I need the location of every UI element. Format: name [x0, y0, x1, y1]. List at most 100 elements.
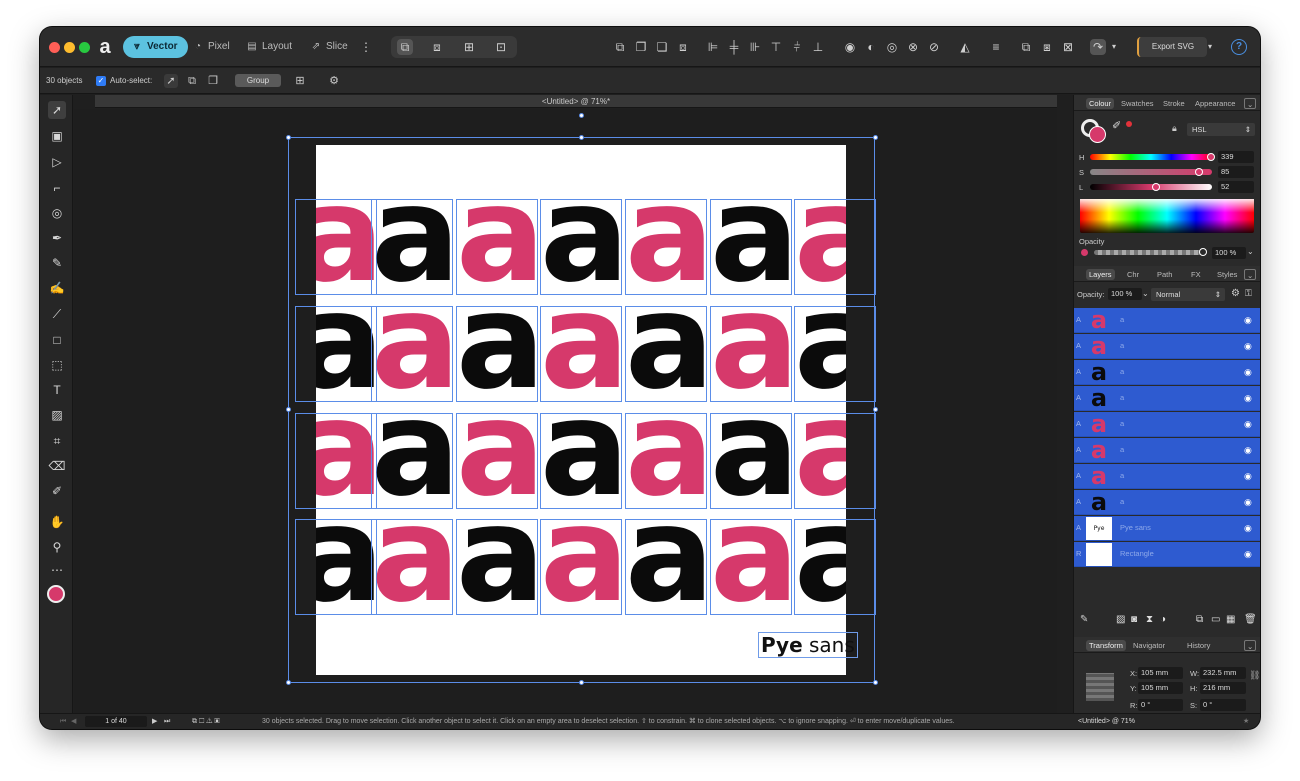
help-icon[interactable]: ? — [1231, 39, 1247, 55]
place-image-icon[interactable]: ▨ — [48, 406, 66, 424]
layers-menu-chevron-icon[interactable]: ⌄ — [1244, 269, 1257, 280]
crop-tool-icon[interactable]: ⌗ — [48, 432, 66, 450]
more-options-icon[interactable]: ⋮ — [358, 39, 374, 55]
colour-spectrum[interactable] — [1080, 199, 1254, 233]
align-bottom-icon[interactable]: ⊥ — [810, 39, 826, 55]
glyph-pink[interactable]: a — [540, 306, 622, 402]
tab-layers[interactable]: Layers — [1086, 269, 1115, 280]
send-back-icon[interactable]: ⧈ — [675, 39, 691, 55]
y-field[interactable]: 105 mm — [1138, 682, 1183, 694]
glyph-black[interactable]: a — [710, 413, 792, 509]
glyph-pink[interactable]: a — [316, 199, 377, 295]
glyph-pink[interactable]: a — [794, 199, 846, 295]
visibility-eye-icon[interactable]: ◉ — [1244, 341, 1252, 352]
s-field[interactable]: 0 ° — [1200, 699, 1246, 711]
glyph-pink[interactable]: a — [456, 199, 538, 295]
visibility-eye-icon[interactable]: ◉ — [1244, 393, 1252, 404]
glyph-black[interactable]: a — [794, 519, 846, 615]
visibility-eye-icon[interactable]: ◉ — [1244, 445, 1252, 456]
layer-row[interactable]: Aa a ◉ — [1074, 464, 1260, 489]
saturation-knob[interactable] — [1195, 168, 1203, 176]
glyph-pink[interactable]: a — [316, 413, 377, 509]
chevron-down-icon[interactable]: ▾ — [1106, 39, 1122, 55]
trash-icon[interactable]: 🗑︎ — [1244, 614, 1257, 625]
tab-fx[interactable]: FX — [1188, 269, 1204, 280]
selection-handle[interactable] — [286, 680, 291, 685]
fx-icon[interactable]: ▨ — [1116, 614, 1125, 625]
tab-stroke[interactable]: Stroke — [1160, 98, 1188, 109]
lock-icon[interactable]: ⚿ — [1245, 288, 1252, 299]
edit-mode-icon[interactable]: ↷ — [1090, 39, 1106, 55]
glyph-black[interactable]: a — [371, 413, 453, 509]
visibility-eye-icon[interactable]: ◉ — [1244, 315, 1252, 326]
eyedropper-icon[interactable]: ✐ — [1112, 119, 1121, 132]
glyph-black[interactable]: a — [540, 413, 622, 509]
glyph-pink[interactable]: a — [794, 413, 846, 509]
tab-appearance[interactable]: Appearance — [1192, 98, 1238, 109]
add-icon[interactable]: ◉ — [842, 39, 858, 55]
vector-brush-icon[interactable]: ✍ — [48, 279, 66, 297]
intersect-icon[interactable]: ◎ — [884, 39, 900, 55]
gear-icon[interactable]: ⚙ — [1231, 288, 1240, 299]
artboard-tool-icon[interactable]: ▣ — [48, 127, 66, 145]
glyph-black[interactable]: a — [625, 306, 707, 402]
lock-icon[interactable]: 🔒︎ — [1172, 123, 1177, 134]
h-field[interactable]: 216 mm — [1200, 682, 1246, 694]
ungroup-icon[interactable]: ⧆ — [1039, 39, 1055, 55]
colour-model-select[interactable]: HSL ⇕ — [1187, 123, 1255, 136]
contour-tool-icon[interactable]: ◎ — [48, 204, 66, 222]
zoom-tool-icon[interactable]: ⚲ — [48, 538, 66, 556]
visibility-eye-icon[interactable]: ◉ — [1244, 523, 1252, 534]
tab-history[interactable]: History — [1184, 640, 1213, 651]
add-pixel-layer-icon[interactable]: ⧉ — [1196, 614, 1203, 625]
align-right-icon[interactable]: ⊪ — [747, 39, 763, 55]
anchor-point-selector[interactable] — [1086, 673, 1114, 701]
layer-row[interactable]: Aa a ◉ — [1074, 360, 1260, 385]
next-page-icon[interactable]: ▶ — [152, 714, 157, 729]
tab-chr[interactable]: Chr — [1124, 269, 1142, 280]
glyph-pink[interactable]: a — [456, 413, 538, 509]
group-icon[interactable]: ⧉ — [1018, 39, 1034, 55]
layer-row[interactable]: Aa a ◉ — [1074, 490, 1260, 515]
pen-tool-icon[interactable]: ✒ — [48, 229, 66, 247]
glyph-pink[interactable]: a — [710, 519, 792, 615]
flip-horizontal-icon[interactable]: ◭ — [957, 39, 973, 55]
last-page-icon[interactable]: ⏭ — [164, 714, 170, 729]
saturation-slider[interactable] — [1090, 169, 1212, 175]
layer-opacity-value[interactable]: 100 % — [1108, 288, 1142, 300]
glyph-pink[interactable]: a — [625, 199, 707, 295]
visibility-eye-icon[interactable]: ◉ — [1244, 497, 1252, 508]
visibility-eye-icon[interactable]: ◉ — [1244, 367, 1252, 378]
glyph-pink[interactable]: a — [710, 306, 792, 402]
glyph-black[interactable]: a — [794, 306, 846, 402]
r-field[interactable]: 0 ° — [1138, 699, 1183, 711]
snapping-icon[interactable]: ⧉ — [397, 39, 413, 55]
grid-icon[interactable]: ⊞ — [293, 74, 307, 88]
move-tool-icon[interactable]: ➚ — [48, 101, 66, 119]
panel-menu-chevron-icon[interactable]: ⌄ — [1244, 98, 1257, 109]
glyph-black[interactable]: a — [710, 199, 792, 295]
tab-styles[interactable]: Styles — [1214, 269, 1240, 280]
hand-tool-icon[interactable]: ✋ — [48, 513, 66, 531]
bounding-box-icon[interactable]: ⊡ — [493, 39, 509, 55]
selection-handle[interactable] — [579, 135, 584, 140]
persona-slice-button[interactable]: ⇗ Slice — [302, 36, 358, 58]
layer-row[interactable]: Aa a ◉ — [1074, 412, 1260, 437]
divide-icon[interactable]: ⊘ — [926, 39, 942, 55]
glyph-black[interactable]: a — [540, 199, 622, 295]
opacity-slider[interactable] — [1094, 250, 1202, 255]
align-center-icon[interactable]: ╪ — [726, 39, 742, 55]
page-indicator[interactable]: 1 of 40 — [85, 716, 147, 727]
hourglass-icon[interactable]: ⧗ — [1146, 614, 1153, 625]
x-field[interactable]: 105 mm — [1138, 667, 1183, 679]
opacity-knob[interactable] — [1199, 248, 1207, 256]
tab-colour[interactable]: Colour — [1086, 98, 1115, 109]
link-aspect-icon[interactable]: ⛓︎ — [1249, 670, 1260, 681]
layer-opacity-chevron-icon[interactable]: ⌄ — [1142, 289, 1149, 298]
persona-layout-button[interactable]: ▤ Layout — [238, 36, 302, 58]
hue-knob[interactable] — [1207, 153, 1215, 161]
blend-mode-select[interactable]: Normal ⇕ — [1151, 288, 1225, 301]
bring-forward-icon[interactable]: ❐ — [633, 39, 649, 55]
selection-handle[interactable] — [873, 135, 878, 140]
document-tab[interactable]: <Untitled> @ 71%* — [95, 95, 1057, 108]
